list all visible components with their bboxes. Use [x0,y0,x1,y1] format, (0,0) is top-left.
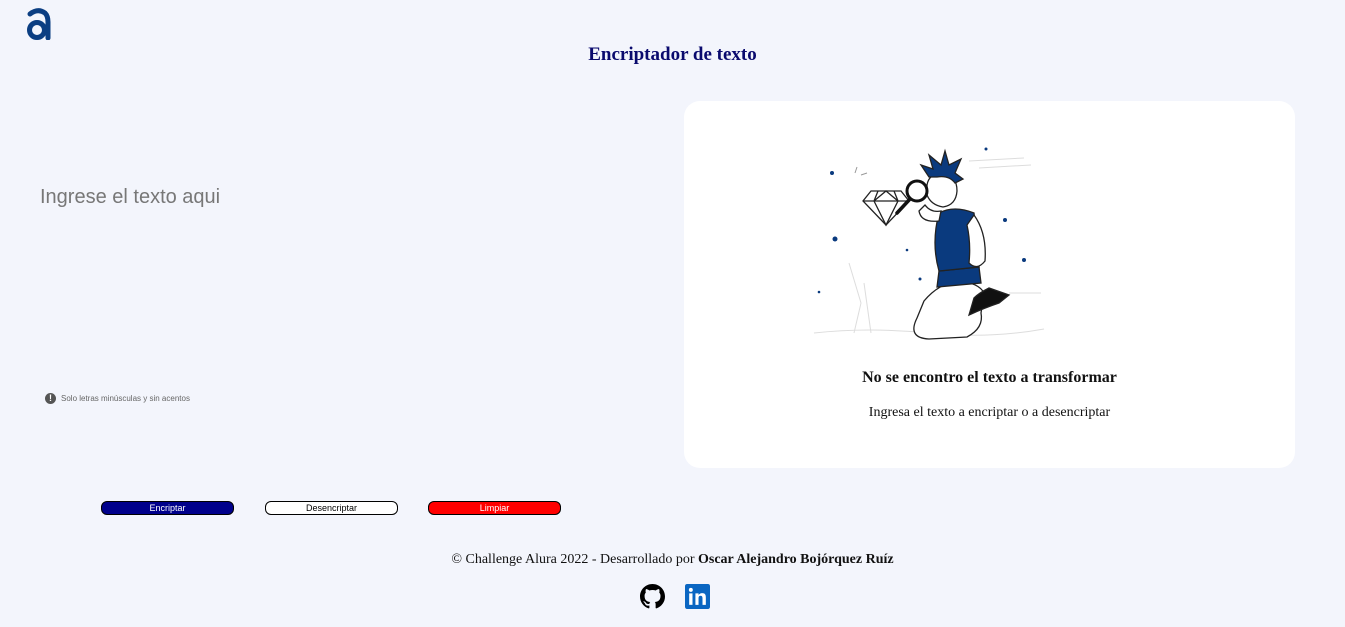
input-hint: ! Solo letras minúsculas y sin acentos [45,393,190,404]
decrypt-button[interactable]: Desencriptar [265,501,398,515]
clear-button[interactable]: Limpiar [428,501,561,515]
linkedin-icon[interactable] [685,584,710,609]
github-icon[interactable] [640,584,665,609]
footer-text: © Challenge Alura 2022 - Desarrollado po… [451,552,698,567]
result-title: No se encontro el texto a transformar [862,369,1117,386]
encrypt-button[interactable]: Encriptar [101,501,234,515]
result-card: No se encontro el texto a transformar In… [684,101,1295,468]
footer: © Challenge Alura 2022 - Desarrollado po… [0,552,1345,568]
page-title: Encriptador de texto [588,44,757,65]
person-with-magnifier-illustration [813,147,1045,340]
info-icon: ! [45,393,56,404]
result-subtitle: Ingresa el texto a encriptar o a desencr… [868,405,1111,420]
social-links [640,584,710,609]
alura-logo-icon[interactable] [24,6,52,41]
footer-author: Oscar Alejandro Bojórquez Ruíz [698,552,894,567]
text-input[interactable] [40,186,600,366]
hint-text: Solo letras minúsculas y sin acentos [61,394,190,403]
